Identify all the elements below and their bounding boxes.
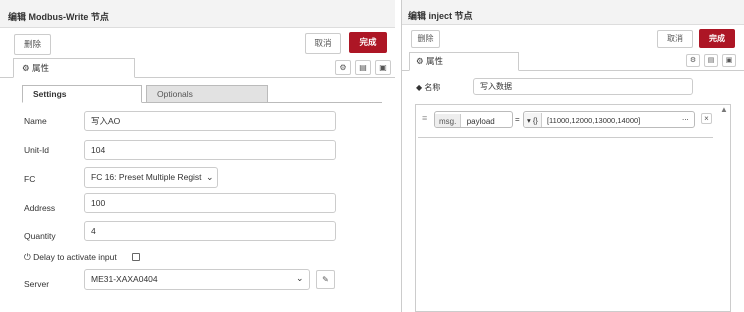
cancel-button[interactable]: 取消 xyxy=(305,33,341,54)
expand-editor-button[interactable]: ... xyxy=(682,113,689,122)
delay-row: ⏻ Delay to activate input xyxy=(24,252,117,263)
tab-properties[interactable]: ⚙ 属性 xyxy=(409,52,519,71)
name-field[interactable]: 写入数据 xyxy=(473,78,693,95)
type-select[interactable]: ▾ {} xyxy=(524,113,542,127)
chevron-down-icon: ⌄ xyxy=(206,172,214,182)
gear-icon: ⚙ xyxy=(416,56,424,66)
done-button[interactable]: 完成 xyxy=(349,32,387,53)
appearance-icon[interactable]: ▣ xyxy=(722,54,736,67)
fc-select[interactable]: FC 16: Preset Multiple Regist xyxy=(84,167,218,188)
delete-button[interactable]: 删除 xyxy=(411,30,440,48)
unit-id-label: Unit-Id xyxy=(24,145,50,155)
value-field[interactable]: ▾ {} [11000,12000,13000,14000] xyxy=(523,111,695,128)
edit-server-button[interactable]: ✎ xyxy=(316,270,335,289)
value-text: [11000,12000,13000,14000] xyxy=(546,116,641,125)
name-field[interactable]: 写入AO xyxy=(84,111,336,131)
property-list xyxy=(415,104,731,312)
gear-icon: ⚙ xyxy=(22,63,30,73)
quantity-field[interactable]: 4 xyxy=(84,221,336,241)
name-label: 名称 xyxy=(424,83,441,92)
address-label: Address xyxy=(24,203,56,213)
description-icon[interactable]: ▤ xyxy=(355,60,371,75)
panel-title: 编辑 Modbus-Write 节点 xyxy=(0,0,395,28)
tab-properties-label: 属性 xyxy=(426,56,444,66)
property-name: payload xyxy=(466,117,495,126)
done-button[interactable]: 完成 xyxy=(699,29,735,48)
panel-title: 编辑 inject 节点 xyxy=(402,0,744,25)
type-label: {} xyxy=(532,116,538,125)
appearance-icon[interactable]: ▣ xyxy=(375,60,391,75)
delay-checkbox[interactable] xyxy=(132,253,140,261)
remove-row-button[interactable]: × xyxy=(701,113,712,124)
drag-handle-icon[interactable]: ≡ xyxy=(422,113,427,123)
tab-properties[interactable]: ⚙ 属性 xyxy=(13,58,135,78)
server-label: Server xyxy=(24,279,50,289)
settings-icon[interactable]: ⚙ xyxy=(335,60,351,75)
modbus-write-edit-panel: 编辑 Modbus-Write 节点 删除 取消 完成 ⚙ 属性 ⚙ ▤ ▣ S… xyxy=(0,0,395,312)
msg-prefix: msg. xyxy=(435,114,462,127)
quantity-label: Quantity xyxy=(24,231,56,241)
scroll-up-icon[interactable]: ▲ xyxy=(720,105,728,114)
address-field[interactable]: 100 xyxy=(84,193,336,213)
property-field[interactable]: msg. payload xyxy=(434,111,513,128)
settings-icon[interactable]: ⚙ xyxy=(686,54,700,67)
cancel-button[interactable]: 取消 xyxy=(657,30,693,48)
row-divider xyxy=(418,137,713,138)
caret-down-icon: ▾ xyxy=(527,116,531,125)
unit-id-field[interactable]: 104 xyxy=(84,140,336,160)
tag-icon: ◆ xyxy=(416,83,423,92)
tab-properties-label: 属性 xyxy=(32,63,50,73)
fc-select-value: FC 16: Preset Multiple Regist xyxy=(91,172,202,182)
pencil-icon: ✎ xyxy=(322,275,329,284)
close-icon: × xyxy=(704,114,709,123)
delay-label: Delay to activate input xyxy=(33,252,117,262)
server-select[interactable]: ME31-XAXA0404 xyxy=(84,269,310,290)
tab-settings[interactable]: Settings xyxy=(22,85,142,103)
description-icon[interactable]: ▤ xyxy=(704,54,718,67)
tab-optionals[interactable]: Optionals xyxy=(146,85,268,103)
server-select-value: ME31-XAXA0404 xyxy=(91,274,158,284)
equals-sign: = xyxy=(515,115,520,124)
delete-button[interactable]: 删除 xyxy=(14,34,51,55)
name-row: ◆ 名称 xyxy=(416,82,440,93)
power-icon: ⏻ xyxy=(24,252,31,262)
name-label: Name xyxy=(24,116,47,126)
chevron-down-icon: ⌄ xyxy=(296,273,304,283)
inject-edit-panel: 编辑 inject 节点 删除 取消 完成 ⚙ 属性 ⚙ ▤ ▣ ◆ 名称 写入… xyxy=(401,0,744,312)
fc-label: FC xyxy=(24,174,36,184)
